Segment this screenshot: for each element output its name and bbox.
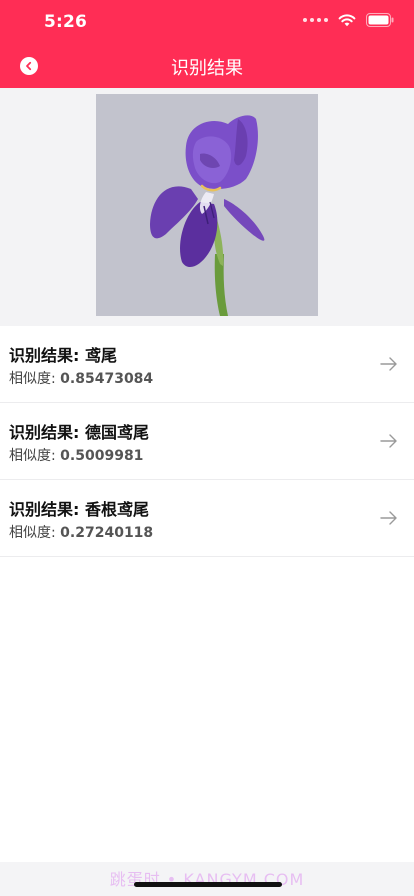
navigation-bar: 识别结果 [0,44,414,88]
result-title: 识别结果: 德国鸢尾 [9,423,149,442]
page-title: 识别结果 [171,58,243,79]
app-header: 5:26 识别结果 [0,0,414,88]
similarity-label: 相似度: [9,371,61,387]
result-similarity: 相似度: 0.27240118 [9,522,153,542]
arrow-right-icon [380,510,398,526]
result-list: 识别结果: 鸢尾 相似度: 0.85473084 识别结果: 德国鸢尾 相似度:… [0,326,414,557]
arrow-right-icon [380,433,398,449]
home-indicator[interactable] [134,882,282,887]
similarity-label: 相似度: [9,448,61,464]
result-row[interactable]: 识别结果: 鸢尾 相似度: 0.85473084 [0,326,414,403]
result-similarity: 相似度: 0.85473084 [9,368,153,388]
similarity-label: 相似度: [9,525,61,541]
battery-icon [366,13,394,27]
result-row[interactable]: 识别结果: 香根鸢尾 相似度: 0.27240118 [0,480,414,557]
similarity-value: 0.85473084 [60,371,154,387]
result-title: 识别结果: 鸢尾 [9,346,117,365]
result-row[interactable]: 识别结果: 德国鸢尾 相似度: 0.5009981 [0,403,414,480]
cellular-signal-icon [303,18,328,22]
status-bar: 5:26 [0,0,414,44]
wifi-icon [338,14,356,27]
status-indicators [303,13,394,27]
iris-flower-image [96,94,318,316]
result-title: 识别结果: 香根鸢尾 [9,500,149,519]
similarity-value: 0.5009981 [60,448,144,464]
status-time: 5:26 [44,12,88,32]
flower-photo [96,94,318,316]
similarity-value: 0.27240118 [60,525,154,541]
image-area [0,88,414,326]
arrow-right-icon [380,356,398,372]
result-similarity: 相似度: 0.5009981 [9,445,143,465]
